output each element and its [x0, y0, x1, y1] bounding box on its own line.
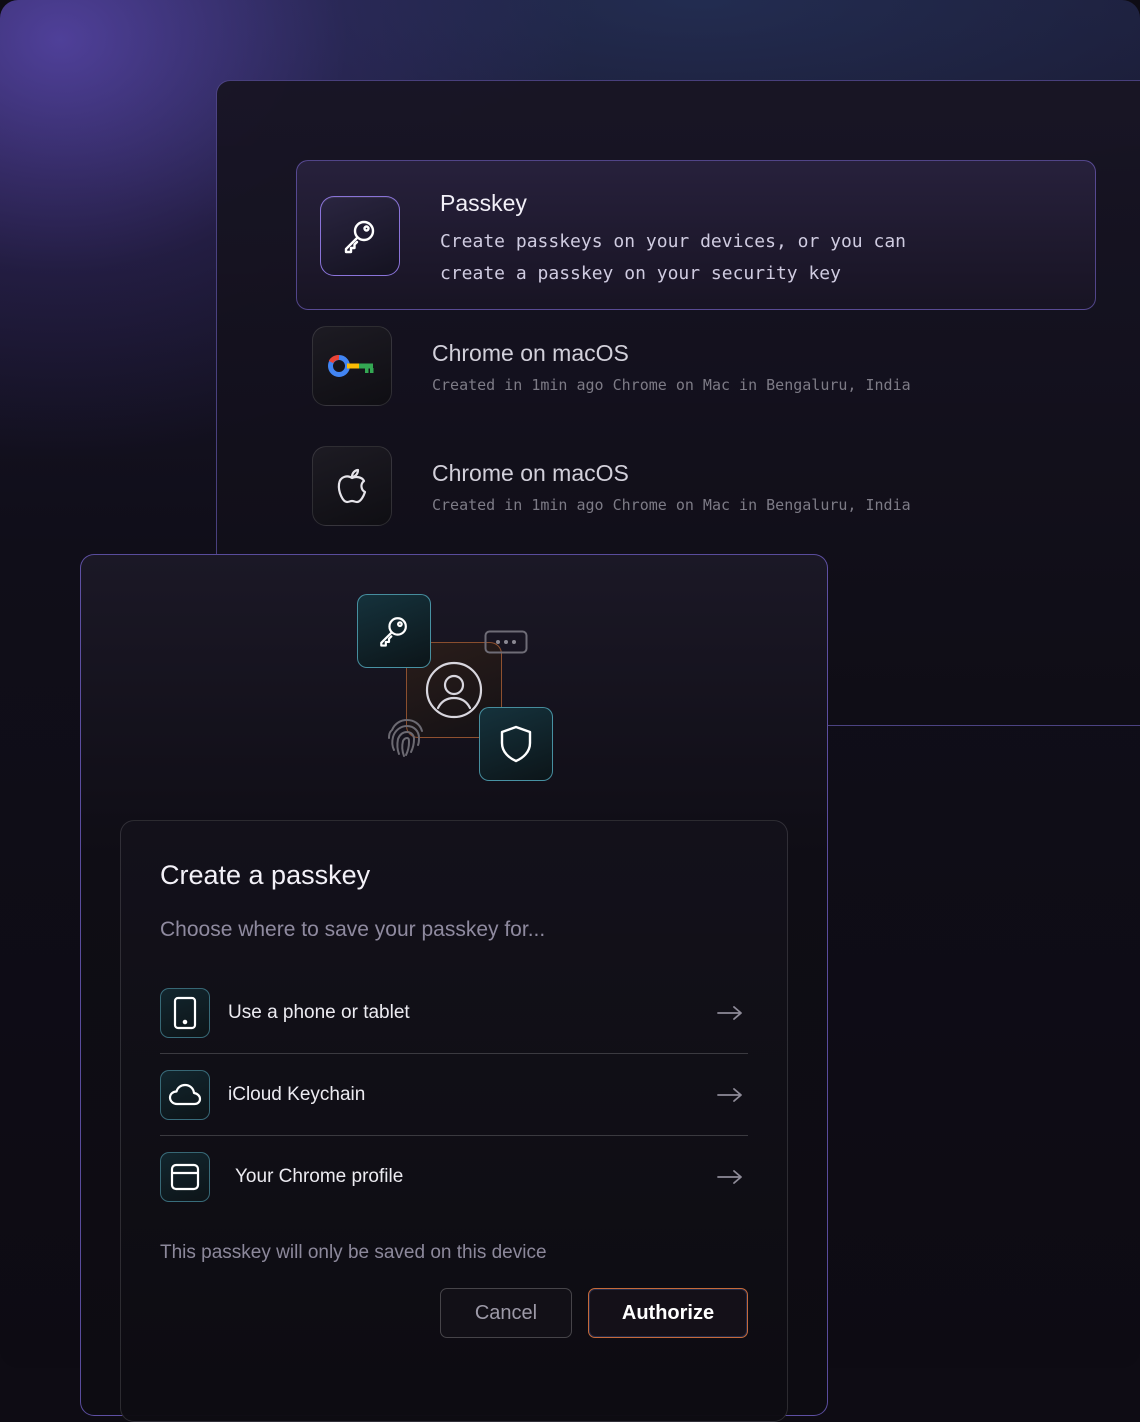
user-icon [425, 661, 483, 719]
option-phone-tablet[interactable]: Use a phone or tablet [160, 986, 748, 1040]
option-icloud-keychain[interactable]: iCloud Keychain [160, 1068, 748, 1122]
option-label: Use a phone or tablet [228, 1002, 410, 1023]
shield-icon [500, 725, 532, 763]
tablet-icon [173, 996, 197, 1030]
arrow-right-icon [712, 1169, 744, 1185]
device-title: Chrome on macOS [432, 460, 629, 486]
fingerprint-icon [388, 718, 423, 757]
device-item-chrome-1[interactable] [312, 326, 392, 406]
dialog-subtitle: Choose where to save your passkey for... [160, 918, 546, 941]
device-subtitle: Created in 1min ago Chrome on Mac in Ben… [432, 496, 911, 514]
device-item-chrome-2[interactable] [312, 446, 392, 526]
tablet-icon-tile [160, 988, 210, 1038]
key-tile [357, 594, 431, 668]
key-icon [380, 617, 407, 647]
divider [160, 1135, 748, 1136]
key-icon [344, 220, 375, 254]
cloud-icon [168, 1083, 202, 1106]
google-password-manager-icon [328, 355, 374, 377]
browser-window-icon [170, 1163, 200, 1191]
option-label: Your Chrome profile [235, 1166, 404, 1187]
option-label: iCloud Keychain [228, 1084, 366, 1105]
cloud-icon-tile [160, 1070, 210, 1120]
divider [160, 1053, 748, 1054]
apple-icon [337, 468, 367, 504]
cancel-button[interactable]: Cancel [440, 1288, 572, 1338]
authorize-button[interactable]: Authorize [588, 1288, 748, 1338]
device-only-note: This passkey will only be saved on this … [160, 1242, 547, 1263]
passkey-icon-tile [320, 196, 400, 276]
arrow-right-icon [712, 1005, 744, 1021]
arrow-right-icon [712, 1087, 744, 1103]
device-title: Chrome on macOS [432, 340, 629, 366]
device-subtitle: Created in 1min ago Chrome on Mac in Ben… [432, 376, 911, 394]
browser-window-icon-tile [160, 1152, 210, 1202]
passkey-title: Passkey [440, 190, 527, 216]
password-dots-icon [484, 630, 528, 654]
shield-tile [479, 707, 553, 781]
passkey-description: Create passkeys on your devices, or you … [440, 231, 906, 284]
option-chrome-profile[interactable]: Your Chrome profile [160, 1150, 748, 1204]
dialog-title: Create a passkey [160, 860, 371, 890]
